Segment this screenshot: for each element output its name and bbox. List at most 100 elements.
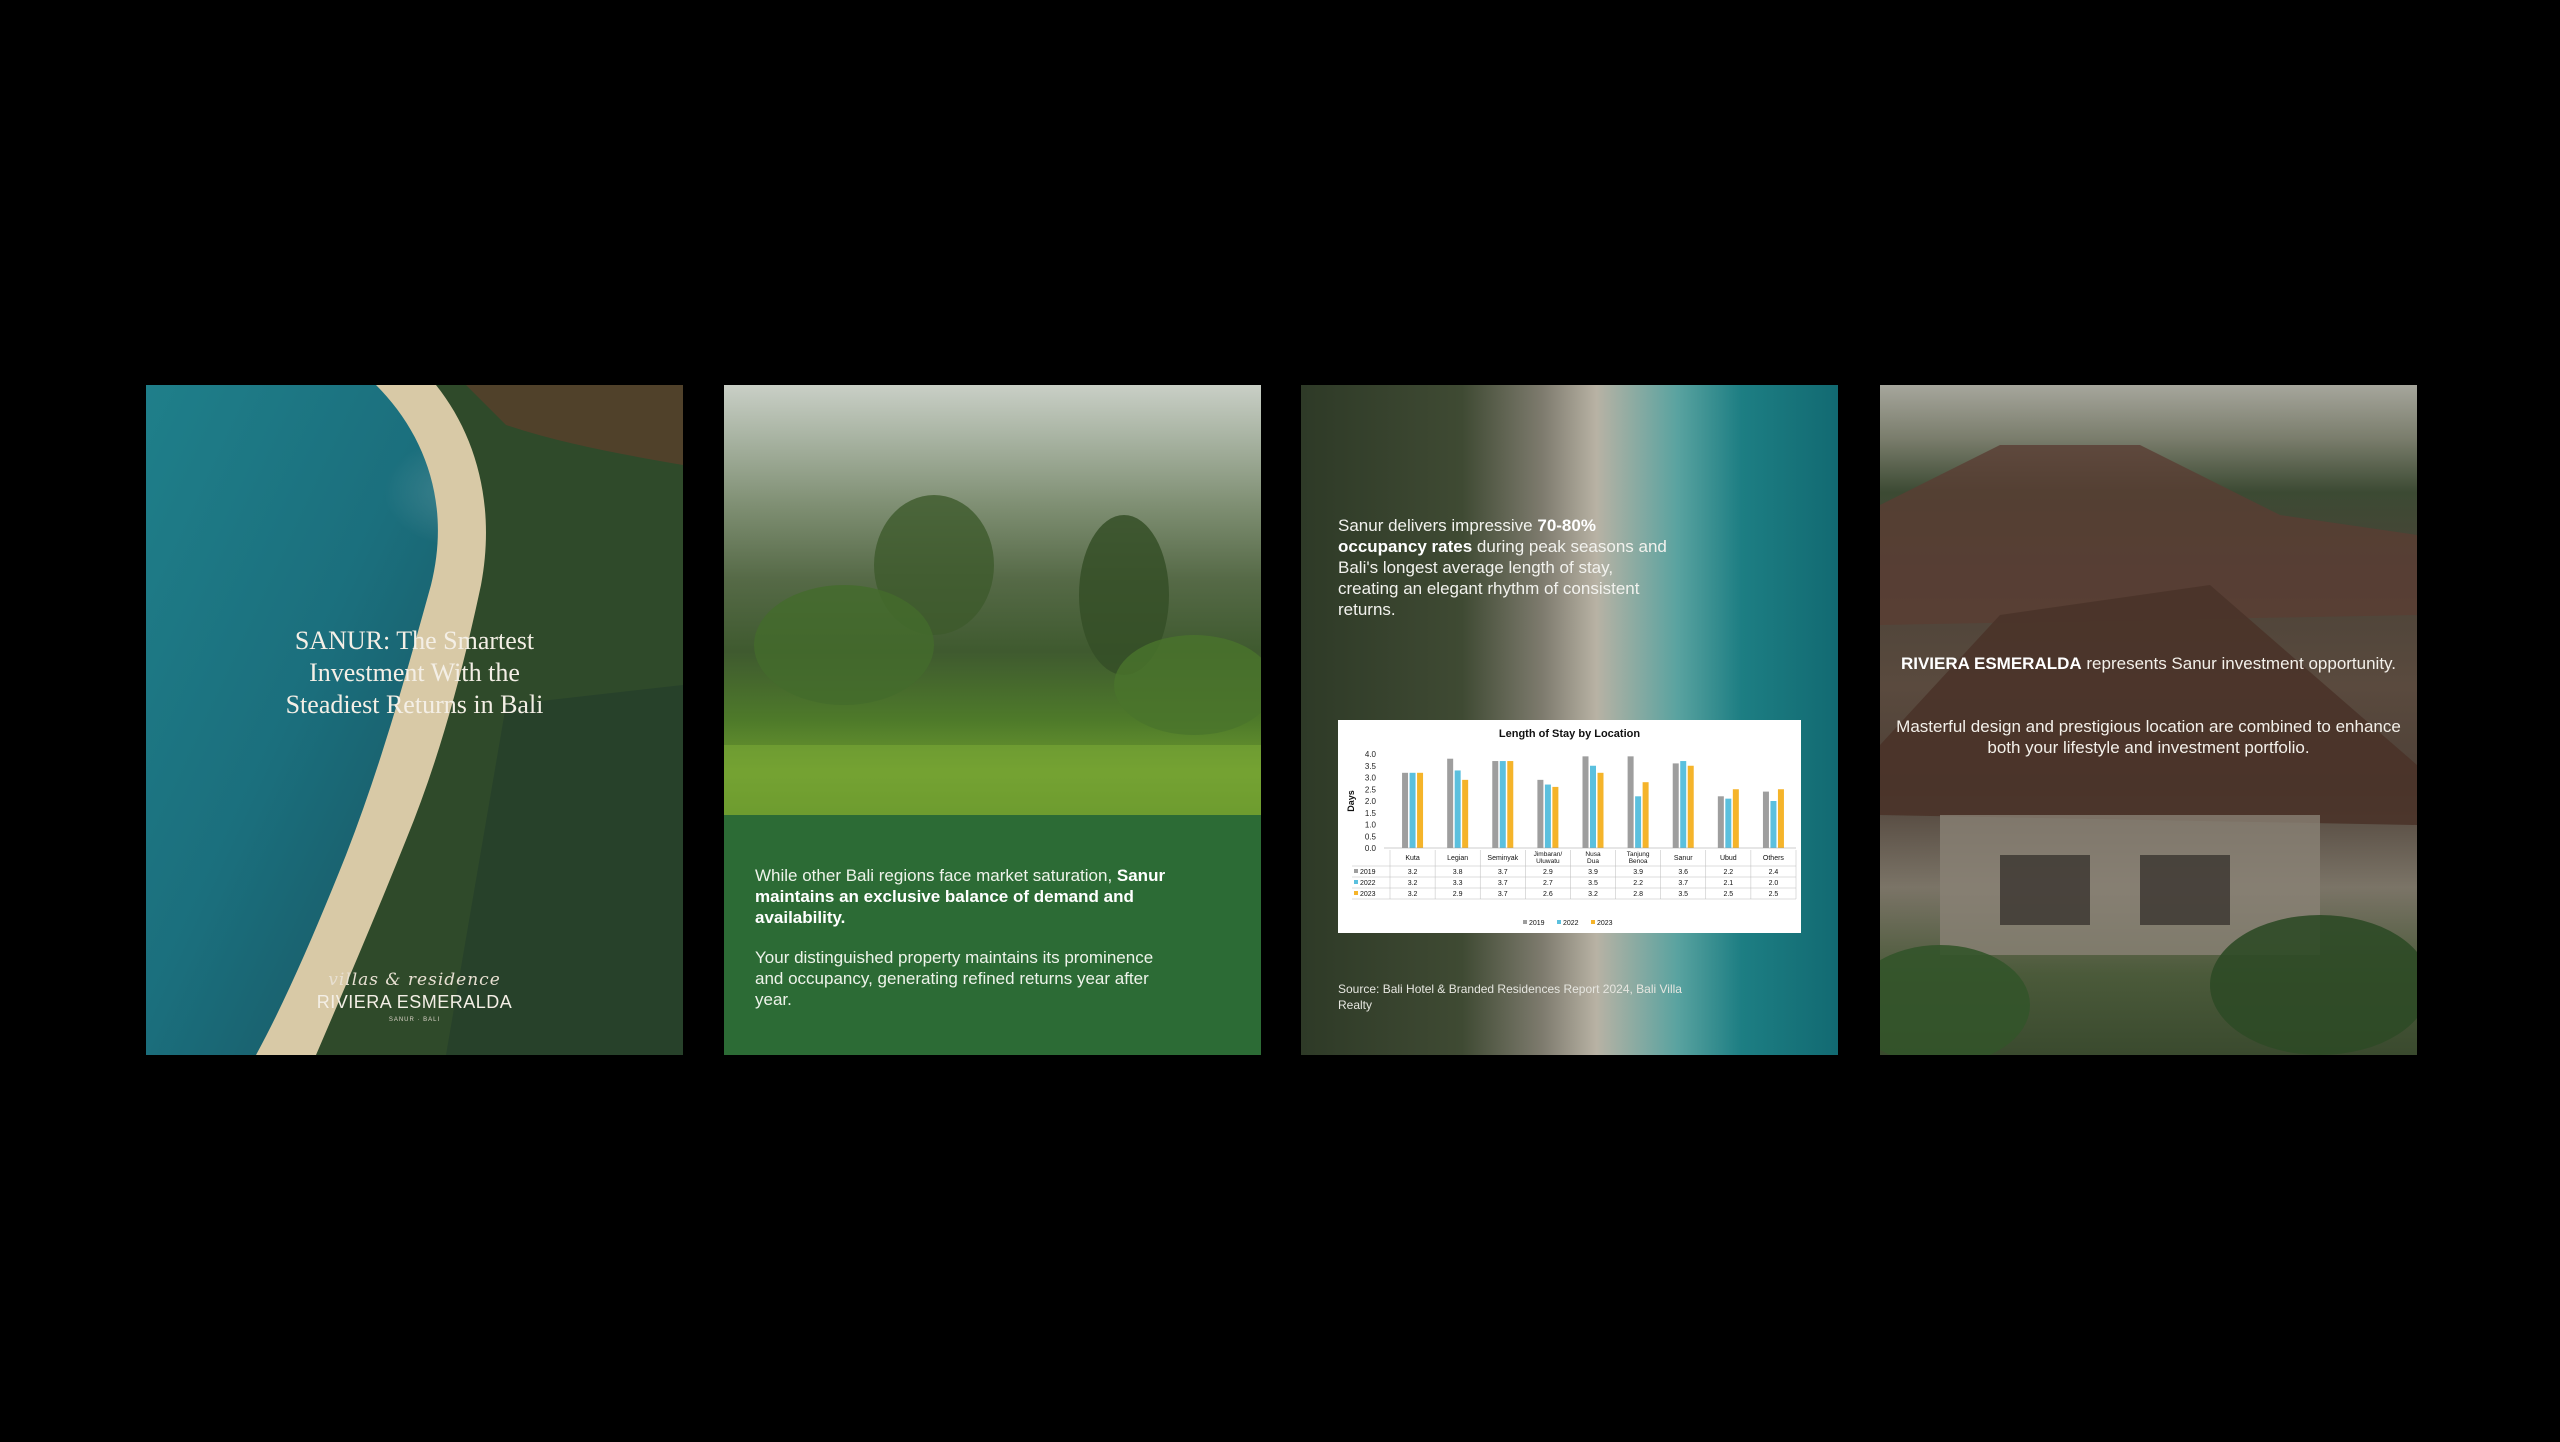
bar-2019 — [1582, 756, 1589, 848]
data-label: 3.9 — [1633, 869, 1643, 876]
source-note: Source: Bali Hotel & Branded Residences … — [1338, 982, 1682, 1012]
data-label: 2.2 — [1633, 880, 1643, 887]
data-label: 3.2 — [1588, 891, 1598, 898]
villa-intro: RIVIERA ESMERALDA represents Sanur inves… — [1880, 653, 2417, 674]
data-label: 3.7 — [1498, 891, 1508, 898]
data-label: 2.5 — [1723, 891, 1733, 898]
data-label: 2.0 — [1769, 880, 1779, 887]
panel-cover: SANUR: The Smartest Investment With the … — [146, 385, 683, 1055]
cover-title-line: Steadiest Returns in Bali — [285, 690, 544, 719]
bar-2019 — [1402, 772, 1409, 848]
x-tick-label: Nusa — [1585, 851, 1601, 858]
data-label: 3.7 — [1498, 880, 1508, 887]
y-axis-label: Days — [1346, 790, 1356, 812]
data-label: 2.9 — [1543, 869, 1553, 876]
x-tick-label: Seminyak — [1487, 855, 1518, 862]
y-tick-label: 3.5 — [1365, 762, 1377, 771]
legend-label: 2023 — [1597, 920, 1613, 927]
bar-2022 — [1454, 770, 1461, 848]
data-label: 2.7 — [1543, 880, 1553, 887]
bar-2022 — [1770, 801, 1777, 848]
bar-2019 — [1492, 761, 1499, 848]
data-label: 2.9 — [1453, 891, 1463, 898]
cover-title: SANUR: The Smartest Investment With the … — [146, 625, 683, 721]
panel-villas: RIVIERA ESMERALDA represents Sanur inves… — [1880, 385, 2417, 1055]
x-tick-label: Sanur — [1674, 855, 1693, 862]
bar-2023 — [1732, 789, 1739, 848]
jungle-illustration — [724, 495, 1261, 815]
panel-occupancy: Sanur delivers impressive 70-80% occupan… — [1301, 385, 1838, 1055]
data-label: 2.5 — [1769, 891, 1779, 898]
bar-2022 — [1544, 784, 1551, 848]
table-series-name: 2019 — [1360, 869, 1376, 876]
bar-2022 — [1725, 798, 1732, 848]
x-tick-label: Ubud — [1720, 855, 1737, 862]
y-tick-label: 1.5 — [1365, 809, 1377, 818]
data-label: 2.4 — [1769, 869, 1779, 876]
villa-brand: RIVIERA ESMERALDA — [1900, 654, 2082, 673]
data-label: 2.8 — [1633, 891, 1643, 898]
legend-label: 2022 — [1563, 920, 1579, 927]
bar-2022 — [1499, 761, 1506, 848]
green-text-block — [724, 815, 1261, 1055]
y-tick-label: 2.5 — [1365, 785, 1377, 794]
bar-2023 — [1552, 786, 1559, 848]
x-tick-label: Benoa — [1629, 858, 1648, 865]
bar-2022 — [1409, 772, 1416, 848]
legend-swatch — [1354, 891, 1358, 895]
x-tick-label: Legian — [1447, 855, 1468, 862]
cover-title-line: Investment With the — [309, 658, 520, 687]
bar-2023 — [1507, 761, 1514, 848]
x-tick-label: Jimbaran/ — [1534, 851, 1563, 858]
property-paragraph: Your distinguished property maintains it… — [755, 948, 1154, 1009]
bar-2022 — [1590, 765, 1596, 848]
data-label: 3.9 — [1588, 869, 1598, 876]
length-of-stay-chart: Days 4.0 3.5 3.0 2.5 2.0 1.5 1.0 0.5 0.0 Kuta Legia… — [1346, 750, 1797, 927]
jungle-photo — [724, 385, 1261, 815]
legend-swatch — [1354, 869, 1358, 873]
bar-2019 — [1627, 756, 1634, 848]
x-tick-label: Others — [1763, 855, 1785, 862]
x-tick-label: Tanjung — [1627, 851, 1650, 858]
data-label: 3.8 — [1453, 869, 1463, 876]
data-label: 3.6 — [1678, 869, 1688, 876]
legend-swatch — [1354, 880, 1358, 884]
table-series-name: 2023 — [1360, 891, 1376, 898]
data-label: 2.1 — [1723, 880, 1733, 887]
y-tick-label: 4.0 — [1365, 750, 1377, 759]
bar-2019 — [1537, 779, 1544, 848]
bar-2022 — [1635, 796, 1642, 848]
bar-2023 — [1642, 782, 1649, 848]
legend-swatch — [1523, 920, 1527, 924]
data-label: 3.2 — [1408, 891, 1418, 898]
legend-swatch — [1591, 920, 1595, 924]
data-label: 3.2 — [1408, 880, 1418, 887]
villa-intro-text: represents Sanur investment opportunity. — [2081, 654, 2397, 673]
table-series-name: 2022 — [1360, 880, 1376, 887]
villa-paragraph: Masterful design and prestigious locatio… — [1896, 717, 2401, 757]
data-label: 2.6 — [1543, 891, 1553, 898]
chart-card: Length of Stay by Location Days 4.0 3.5 3.0… — [1338, 720, 1801, 933]
x-tick-label: Kuta — [1405, 855, 1420, 862]
data-label: 3.7 — [1498, 869, 1508, 876]
cover-title-line: SANUR: The Smartest — [294, 626, 535, 655]
data-label: 2.2 — [1723, 869, 1733, 876]
bar-2023 — [1417, 772, 1424, 848]
bar-2019 — [1447, 758, 1454, 848]
data-label: 3.3 — [1453, 880, 1463, 887]
bar-2023 — [1777, 789, 1784, 848]
bar-2023 — [1462, 779, 1469, 848]
y-tick-label: 0.5 — [1365, 832, 1377, 841]
bar-2019 — [1672, 763, 1679, 848]
market-paragraph: While other Bali regions face market sat… — [755, 865, 1185, 928]
occupancy-paragraph: Sanur delivers impressive 70-80% occupan… — [1338, 515, 1668, 620]
y-tick-label: 2.0 — [1365, 797, 1377, 806]
market-text: While other Bali regions face market sat… — [755, 866, 1117, 885]
legend-label: 2019 — [1529, 920, 1545, 927]
occupancy-text: Sanur delivers impressive — [1338, 516, 1538, 535]
x-tick-label: Dua — [1587, 858, 1599, 865]
legend-swatch — [1557, 920, 1561, 924]
brand-script: villas & residence — [328, 970, 501, 990]
data-label: 3.2 — [1408, 869, 1418, 876]
bar-2023 — [1687, 765, 1694, 848]
